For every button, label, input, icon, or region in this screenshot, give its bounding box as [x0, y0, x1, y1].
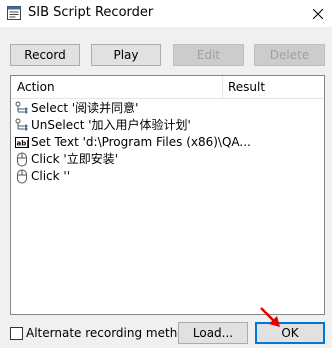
list-item[interactable]: Click '立即安装' [15, 151, 315, 168]
annotation-arrow-icon [260, 307, 280, 327]
edit-button[interactable]: Edit [173, 44, 244, 66]
close-icon [313, 8, 323, 19]
list-item[interactable]: ab| Set Text 'd:\Program Files (x86)\QA.… [15, 134, 315, 151]
tree-select-icon [15, 118, 28, 131]
delete-button[interactable]: Delete [254, 44, 325, 66]
play-button[interactable]: Play [91, 44, 161, 66]
list-header: Action Result [11, 76, 324, 99]
row-action-text: Select '阅读并同意' [31, 101, 139, 115]
row-action-text: UnSelect '加入用户体验计划' [31, 118, 191, 132]
row-action-text: Set Text 'd:\Program Files (x86)\QA... [31, 135, 251, 149]
app-icon [7, 6, 21, 20]
svg-text:ab|: ab| [17, 140, 29, 149]
list-item[interactable]: UnSelect '加入用户体验计划' [15, 117, 315, 134]
row-action-text: Click '' [31, 169, 71, 183]
load-button[interactable]: Load... [178, 322, 248, 344]
mouse-icon [17, 169, 27, 184]
text-field-icon: ab| [15, 137, 29, 149]
tree-select-icon [15, 101, 28, 114]
alternate-recording-label[interactable]: Alternate recording method [26, 326, 192, 341]
column-header-result[interactable]: Result [228, 79, 265, 95]
alternate-recording-checkbox[interactable] [10, 327, 23, 340]
title-bar[interactable]: SIB Script Recorder [0, 0, 332, 27]
list-item[interactable]: Click '' [15, 168, 315, 185]
mouse-icon [17, 152, 27, 167]
record-button[interactable]: Record [10, 44, 80, 66]
action-list[interactable]: Action Result Select '阅读并同意' UnSelect '加… [10, 75, 325, 315]
column-header-action[interactable]: Action [17, 79, 55, 95]
sib-script-recorder-window: SIB Script Recorder Record Play Edit Del… [0, 0, 332, 348]
close-button[interactable] [304, 0, 332, 27]
row-action-text: Click '立即安装' [31, 152, 119, 166]
column-divider[interactable] [222, 76, 223, 98]
list-item[interactable]: Select '阅读并同意' [15, 100, 315, 117]
window-title: SIB Script Recorder [28, 5, 154, 20]
